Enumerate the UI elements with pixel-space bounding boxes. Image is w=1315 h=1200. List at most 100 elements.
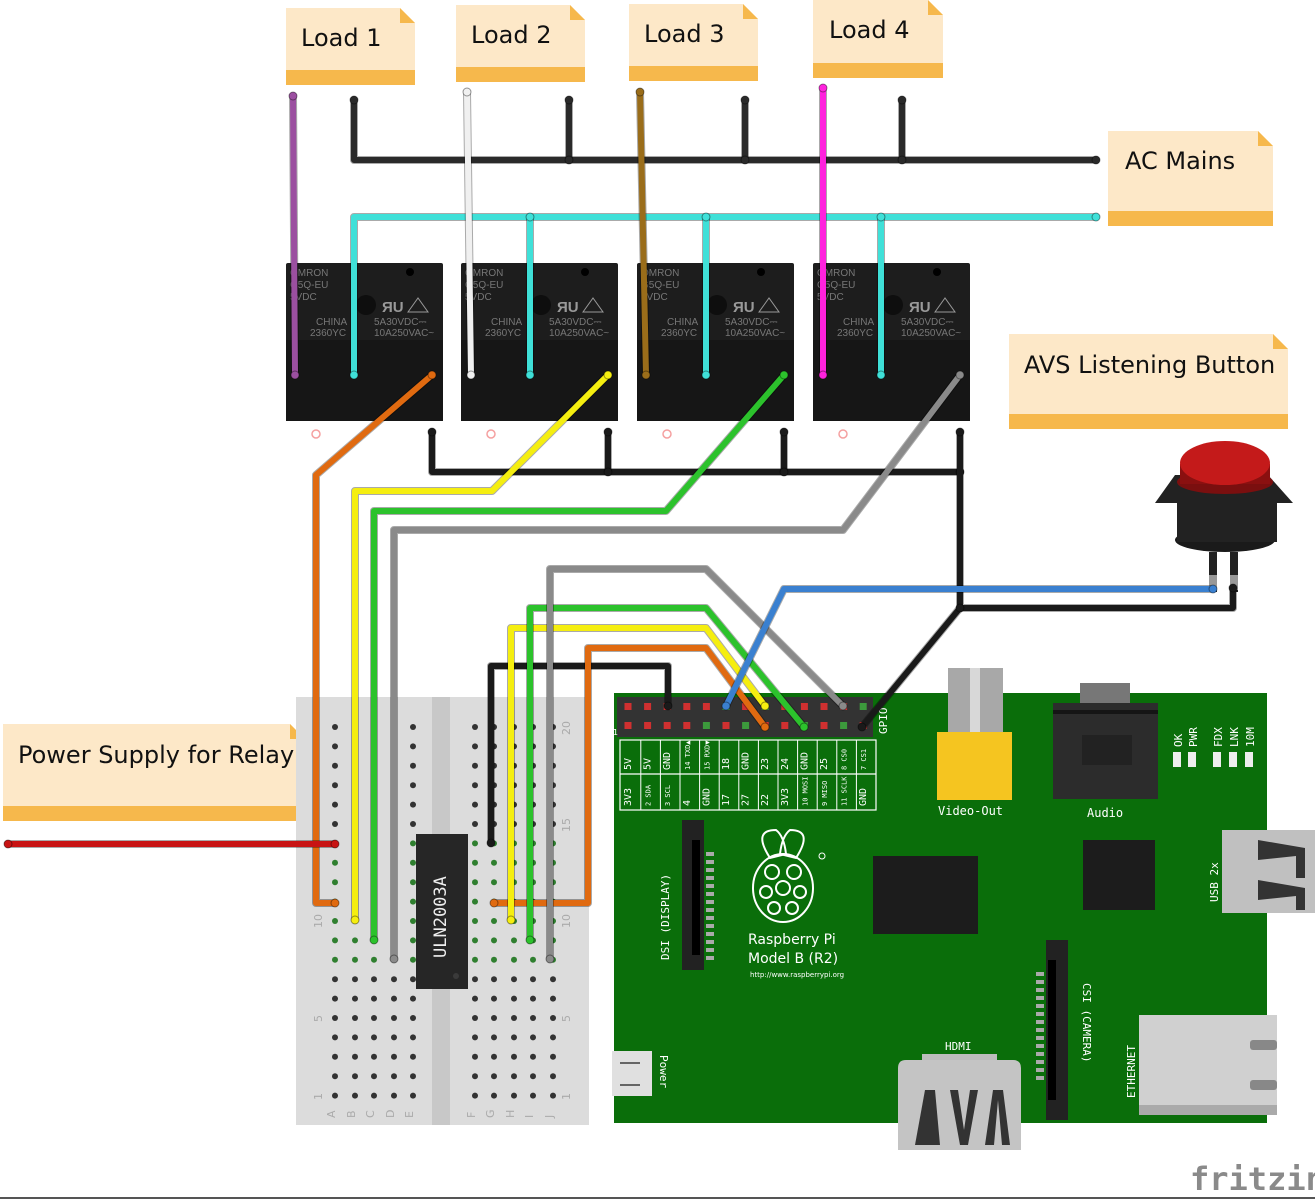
breadboard-hole xyxy=(491,1092,497,1099)
gpio-pin[interactable] xyxy=(840,722,848,729)
button-cap[interactable] xyxy=(1180,441,1270,485)
note-load2[interactable]: Load 2 xyxy=(456,5,585,82)
breadboard-hole xyxy=(352,937,358,944)
note-ac-mains[interactable]: AC Mains xyxy=(1108,131,1273,226)
breadboard-hole xyxy=(410,840,416,847)
circuit-diagram: Load 1 Load 2 Load 3 Load 4 AC Mains AVS… xyxy=(0,0,1315,1199)
gpio-pin[interactable] xyxy=(644,722,652,729)
gpio-top-label: 18 xyxy=(721,758,732,770)
breadboard-hole xyxy=(530,1092,536,1099)
gpio-pin[interactable] xyxy=(702,703,710,710)
breadboard-hole xyxy=(472,898,478,905)
gpio-top-label: GND xyxy=(662,752,673,770)
led-label-10m: 10M xyxy=(1244,727,1257,747)
breadboard-hole xyxy=(491,1073,497,1080)
breadboard-hole xyxy=(550,1015,556,1021)
breadboard-hole xyxy=(352,1034,358,1041)
usb-label: USB 2x xyxy=(1208,862,1221,902)
breadboard-hole xyxy=(352,1015,358,1021)
breadboard-hole xyxy=(472,956,478,963)
breadboard-hole xyxy=(410,956,416,963)
breadboard-hole xyxy=(530,976,536,983)
col-num-5-left: 5 xyxy=(312,1015,325,1022)
wire-load2[interactable] xyxy=(464,89,474,378)
csi-label: CSI (CAMERA) xyxy=(1080,983,1093,1062)
gpio-pin[interactable] xyxy=(624,722,632,729)
note-load1[interactable]: Load 1 xyxy=(286,8,415,85)
avs-push-button[interactable] xyxy=(1155,441,1293,592)
breadboard-hole xyxy=(332,1034,338,1041)
breadboard-hole xyxy=(332,801,338,808)
breadboard-hole xyxy=(410,879,416,886)
relay-marking: 10A250VAC~ xyxy=(725,328,785,339)
breadboard-hole xyxy=(391,995,397,1002)
breadboard-hole xyxy=(332,918,338,924)
row-label-b: B xyxy=(345,1110,358,1118)
gpio-pin[interactable] xyxy=(800,703,808,710)
gpio-pin[interactable] xyxy=(624,703,632,710)
breadboard-hole xyxy=(511,1034,517,1041)
breadboard-hole xyxy=(332,1092,338,1099)
gpio-pin[interactable] xyxy=(663,722,671,729)
breadboard-hole xyxy=(410,976,416,983)
breadboard-hole xyxy=(511,1015,517,1021)
row-label-i: I xyxy=(523,1115,536,1118)
gpio-pin[interactable] xyxy=(702,722,710,729)
hdmi-label: HDMI xyxy=(945,1040,972,1053)
breadboard-hole xyxy=(472,976,478,983)
gpio-top-label: 25 xyxy=(819,758,830,770)
breadboard-hole xyxy=(472,859,478,866)
relay-marking: CHINA xyxy=(316,317,347,328)
relay-3[interactable]: OMRONG5Q-EU5VDCCHINA2360YC5A30VDC⎓10A250… xyxy=(637,263,794,439)
breadboard-hole xyxy=(410,1053,416,1060)
wire-ground-bus[interactable] xyxy=(429,429,963,475)
note-load3[interactable]: Load 3 xyxy=(629,4,758,81)
breadboard-hole xyxy=(371,1053,377,1060)
breadboard-hole xyxy=(332,956,338,963)
note-load4[interactable]: Load 4 xyxy=(813,0,943,78)
relay-1[interactable]: OMRONG5Q-EU5VDCCHINA2360YC5A30VDC⎓10A250… xyxy=(286,263,443,439)
breadboard-hole xyxy=(410,782,416,789)
breadboard-hole xyxy=(332,1073,338,1080)
gpio-pin[interactable] xyxy=(683,722,691,729)
relay-marking: 10A250VAC~ xyxy=(374,328,434,339)
breadboard-hole xyxy=(410,859,416,866)
lan-chip xyxy=(1083,840,1155,910)
note-avs-button[interactable]: AVS Listening Button xyxy=(1009,334,1288,429)
breadboard-hole xyxy=(332,1015,338,1021)
breadboard-hole xyxy=(550,1034,556,1041)
ul-cert-icon: ЯU xyxy=(382,299,404,316)
breadboard-hole xyxy=(332,762,338,769)
wire-load1[interactable] xyxy=(290,93,298,378)
gpio-top-label: 24 xyxy=(780,758,791,770)
gpio-pin[interactable] xyxy=(644,703,652,710)
video-out-label: Video-Out xyxy=(938,804,1003,818)
breadboard-hole xyxy=(550,1073,556,1080)
gpio-pin[interactable] xyxy=(683,703,691,710)
breadboard-hole xyxy=(332,976,338,983)
breadboard-hole xyxy=(472,1015,478,1021)
breadboard-hole xyxy=(410,1015,416,1021)
gpio-pin[interactable] xyxy=(722,722,730,729)
gpio-bottom-label: 22 xyxy=(760,794,771,806)
gpio-pin[interactable] xyxy=(781,722,789,729)
gpio-bottom-label: 3V3 xyxy=(623,788,634,806)
gpio-pin[interactable] xyxy=(742,722,750,729)
gpio-pin[interactable] xyxy=(820,703,828,710)
gpio-pin[interactable] xyxy=(859,703,867,710)
gpio-bottom-label: 9 MISO xyxy=(821,781,829,806)
breadboard-hole xyxy=(410,1034,416,1041)
note-power-supply[interactable]: Power Supply for Relay xyxy=(3,724,305,821)
breadboard-hole xyxy=(511,1073,517,1080)
uln2003a-ic[interactable]: ULN2003A xyxy=(416,834,468,989)
gpio-bottom-label: 27 xyxy=(741,794,752,806)
breadboard-hole xyxy=(352,956,358,963)
relay-2[interactable]: OMRONG5Q-EU5VDCCHINA2360YC5A30VDC⎓10A250… xyxy=(461,263,618,439)
relay-4[interactable]: OMRONG5Q-EU5VDCCHINA2360YC5A30VDC⎓10A250… xyxy=(813,263,970,439)
breadboard-hole xyxy=(371,976,377,983)
breadboard-hole xyxy=(371,1073,377,1080)
gpio-pin[interactable] xyxy=(820,722,828,729)
relay-marking: 10A250VAC~ xyxy=(549,328,609,339)
row-label-e: E xyxy=(403,1111,416,1118)
led-pwr xyxy=(1188,752,1196,767)
